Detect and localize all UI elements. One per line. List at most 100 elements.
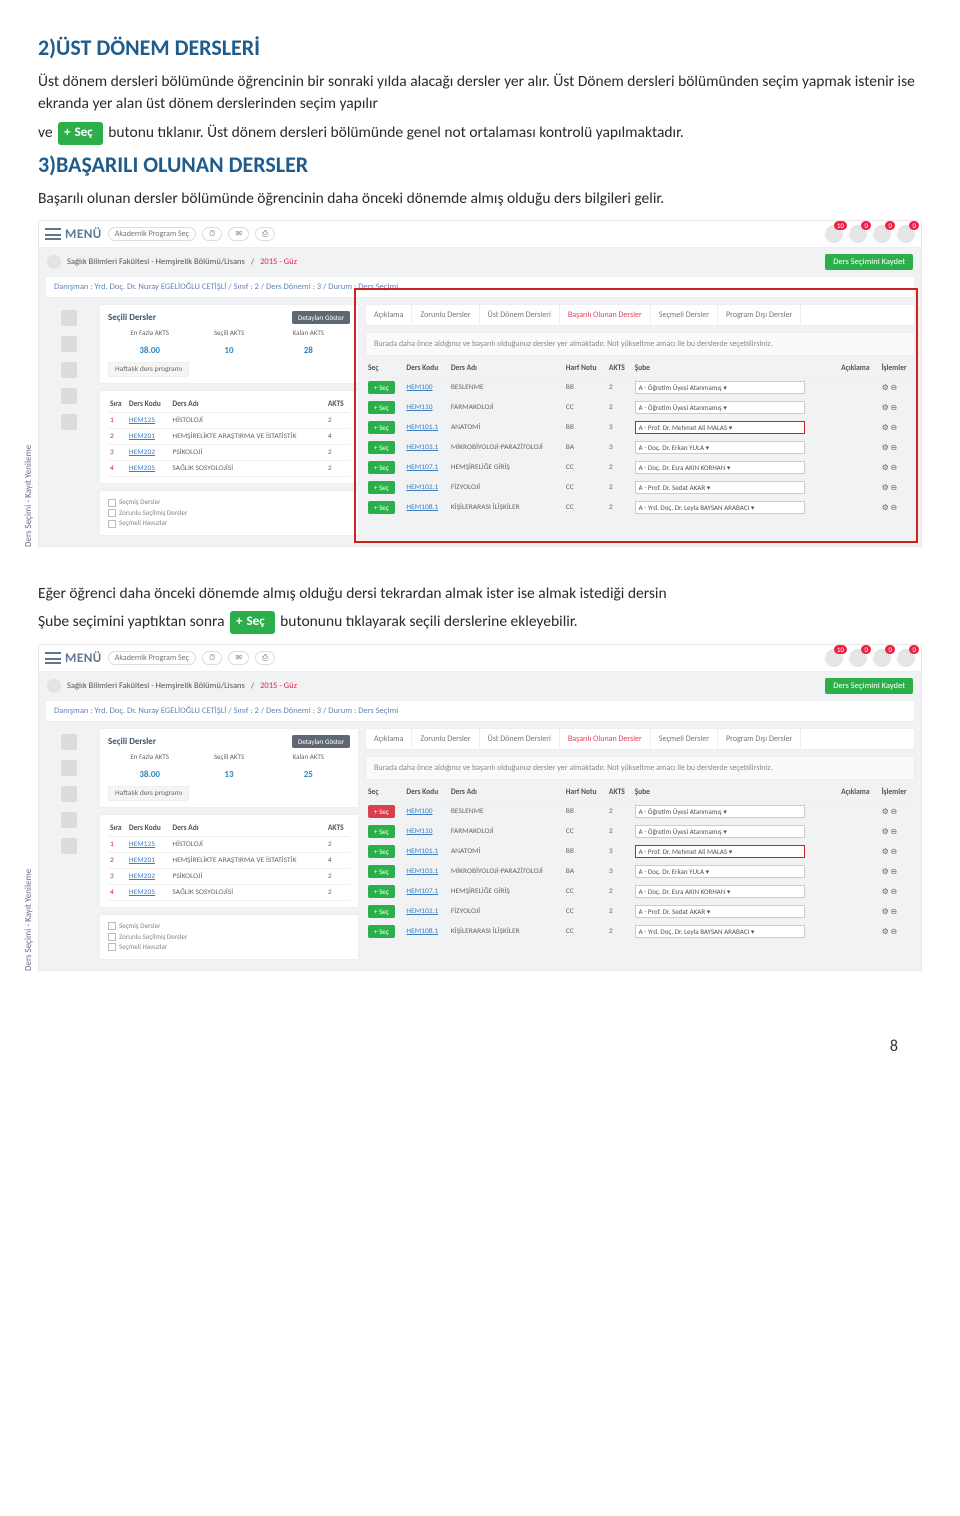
row-actions[interactable]: ⚙ ⊖ bbox=[879, 922, 915, 942]
side-rail bbox=[45, 728, 93, 960]
side-icon[interactable] bbox=[61, 812, 77, 828]
noti-3-icon[interactable]: 0 bbox=[873, 225, 891, 243]
sube-select[interactable]: A - Prof. Dr. Sedat AKAR ▾ bbox=[635, 905, 805, 918]
sec-button[interactable]: + Seç bbox=[368, 805, 395, 818]
table-row: 3HEM202PSİKOLOJİ2 bbox=[108, 445, 350, 461]
course-code-link[interactable]: HEM100 bbox=[406, 807, 432, 816]
table-row: 4HEM205SAĞLIK SOSYOLOJİSİ2 bbox=[108, 885, 350, 901]
hamburger-icon[interactable] bbox=[45, 652, 61, 664]
noti-4-icon[interactable]: 0 bbox=[897, 649, 915, 667]
sec-button[interactable]: + Seç bbox=[368, 845, 395, 858]
page-number: 8 bbox=[38, 1007, 922, 1056]
row-actions[interactable]: ⚙ ⊖ bbox=[879, 862, 915, 882]
akademik-pill[interactable]: Akademik Program Seç bbox=[108, 651, 196, 665]
noti-bell-icon[interactable]: 10 bbox=[825, 649, 843, 667]
akts-val: 10 bbox=[189, 345, 268, 356]
clock-icon[interactable]: ⏱ bbox=[202, 227, 222, 241]
tab-bar: Açıklama Zorunlu Dersler Üst Dönem Dersl… bbox=[365, 728, 915, 750]
secili-title: Seçili Dersler bbox=[108, 312, 156, 323]
detail-button[interactable]: Detayları Göster bbox=[292, 311, 350, 324]
infobox: Burada daha önce aldığınız ve başarılı o… bbox=[365, 756, 915, 780]
course-code-link[interactable]: HEM110 bbox=[406, 827, 432, 836]
course-code-link[interactable]: HEM101.1 bbox=[406, 847, 438, 856]
sube-select[interactable]: A - Öğretim Üyesi Atanmamış ▾ bbox=[635, 805, 805, 818]
legend: Seçmiş Dersler Zorunlu Seçilmiş Dersler … bbox=[99, 914, 359, 960]
noti-3-icon[interactable]: 0 bbox=[873, 649, 891, 667]
s2-p2a: ve bbox=[38, 123, 56, 142]
sube-select[interactable]: A - Öğretim Üyesi Atanmamış ▾ bbox=[635, 825, 805, 838]
sube-select[interactable]: A - Doç. Dr. Erkan YULA ▾ bbox=[635, 865, 805, 878]
row-actions[interactable]: ⚙ ⊖ bbox=[879, 882, 915, 902]
mail-icon[interactable]: ✉ bbox=[228, 227, 249, 241]
tab-ust-donem[interactable]: Üst Dönem Dersleri bbox=[480, 729, 560, 749]
course-code-link[interactable]: HEM107.1 bbox=[406, 887, 438, 896]
noti-2-icon[interactable]: 0 bbox=[849, 649, 867, 667]
save-button[interactable]: Ders Seçimini Kaydet bbox=[825, 678, 913, 694]
mail-icon[interactable]: ✉ bbox=[228, 651, 249, 665]
logo-icon bbox=[47, 679, 61, 693]
side-icon[interactable] bbox=[61, 414, 77, 430]
akademik-pill[interactable]: Akademik Program Seç bbox=[108, 227, 196, 241]
noti-2-icon[interactable]: 0 bbox=[849, 225, 867, 243]
inline-sec-button-2[interactable]: +Seç bbox=[230, 611, 275, 634]
tab-aciklama[interactable]: Açıklama bbox=[366, 729, 412, 749]
side-icon[interactable] bbox=[61, 786, 77, 802]
side-icon[interactable] bbox=[61, 310, 77, 326]
side-icon[interactable] bbox=[61, 734, 77, 750]
s2-p2b: butonu tıklanır. Üst dönem dersleri bölü… bbox=[108, 123, 684, 142]
side-icon[interactable] bbox=[61, 838, 77, 854]
menu-label[interactable]: MENÜ bbox=[65, 651, 102, 666]
tab-secmeli[interactable]: Seçmeli Dersler bbox=[651, 729, 718, 749]
selected-courses-table: SıraDers KoduDers AdıAKTS 1HEM125HİSTOLO… bbox=[108, 821, 350, 901]
inline-sec-button[interactable]: +Seç bbox=[58, 122, 103, 145]
sec-button[interactable]: + Seç bbox=[368, 885, 395, 898]
table-row: 3HEM202PSİKOLOJİ2 bbox=[108, 869, 350, 885]
side-icon[interactable] bbox=[61, 362, 77, 378]
sube-select[interactable]: A - Doç. Dr. Esra AKIN KORHAN ▾ bbox=[635, 885, 805, 898]
course-code-link[interactable]: HEM103.1 bbox=[406, 867, 438, 876]
crumb-path: Sağlık Bilimleri Fakültesi - Hemşirelik … bbox=[67, 257, 245, 267]
row-actions[interactable]: ⚙ ⊖ bbox=[879, 802, 915, 822]
table-row: 2HEM201HEMŞİRELİKTE ARAŞTIRMA VE İSTATİS… bbox=[108, 853, 350, 869]
menu-label[interactable]: MENÜ bbox=[65, 227, 102, 242]
sec-button[interactable]: + Seç bbox=[368, 905, 395, 918]
row-actions[interactable]: ⚙ ⊖ bbox=[879, 902, 915, 922]
row-actions[interactable]: ⚙ ⊖ bbox=[879, 842, 915, 862]
side-icon[interactable] bbox=[61, 388, 77, 404]
legend: Seçmiş Dersler Zorunlu Seçilmiş Dersler … bbox=[99, 490, 359, 536]
sec-button[interactable]: + Seç bbox=[368, 825, 395, 838]
logo-icon bbox=[47, 255, 61, 269]
weekly-schedule-button[interactable]: Haftalık ders programı bbox=[108, 362, 189, 377]
table-row: 2HEM201HEMŞİRELİKTE ARAŞTIRMA VE İSTATİS… bbox=[108, 429, 350, 445]
sube-select[interactable]: A - Prof. Dr. Mehmet Ali MALAS ▾ bbox=[635, 845, 805, 858]
side-rotated-label: Ders Seçimi - Kayıt Yenileme bbox=[23, 445, 34, 547]
akts-label: En Fazla AKTS bbox=[110, 328, 189, 337]
sec-button[interactable]: + Seç bbox=[368, 925, 395, 938]
print-icon[interactable]: ⎙ bbox=[255, 651, 275, 665]
section2-title: 2)ÜST DÖNEM DERSLERİ bbox=[38, 34, 922, 61]
tab-zorunlu[interactable]: Zorunlu Dersler bbox=[412, 729, 479, 749]
noti-bell-icon[interactable]: 10 bbox=[825, 225, 843, 243]
row-actions[interactable]: ⚙ ⊖ bbox=[879, 822, 915, 842]
btw-b: butonunu tıklayarak seçili derslerine ek… bbox=[280, 612, 577, 631]
clock-icon[interactable]: ⏱ bbox=[202, 651, 222, 665]
sec-button[interactable]: + Seç bbox=[368, 865, 395, 878]
course-code-link[interactable]: HEM108.1 bbox=[406, 927, 438, 936]
crumb-term: 2015 - Güz bbox=[260, 681, 297, 691]
tab-program-disi[interactable]: Program Dışı Dersler bbox=[718, 729, 801, 749]
tab-basarili[interactable]: Başarılı Olunan Dersler bbox=[560, 729, 651, 749]
hamburger-icon[interactable] bbox=[45, 228, 61, 240]
side-icon[interactable] bbox=[61, 336, 77, 352]
between-p2: Şube seçimini yaptıktan sonra +Seç buton… bbox=[38, 611, 922, 634]
side-icon[interactable] bbox=[61, 760, 77, 776]
crumb-term: 2015 - Güz bbox=[260, 257, 297, 267]
table-row: + SeçHEM108.1KİŞİLERARASI İLİŞKİLERCC2A … bbox=[365, 922, 915, 942]
detail-button[interactable]: Detayları Göster bbox=[292, 735, 350, 748]
save-button[interactable]: Ders Seçimini Kaydet bbox=[825, 254, 913, 270]
sube-select[interactable]: A - Yrd. Doç. Dr. Leyla BAYSAN ARABACI ▾ bbox=[635, 925, 805, 938]
noti-4-icon[interactable]: 0 bbox=[897, 225, 915, 243]
weekly-schedule-button[interactable]: Haftalık ders programı bbox=[108, 786, 189, 801]
print-icon[interactable]: ⎙ bbox=[255, 227, 275, 241]
section3-title: 3)BAŞARILI OLUNAN DERSLER bbox=[38, 151, 922, 178]
course-code-link[interactable]: HEM102.1 bbox=[406, 907, 438, 916]
